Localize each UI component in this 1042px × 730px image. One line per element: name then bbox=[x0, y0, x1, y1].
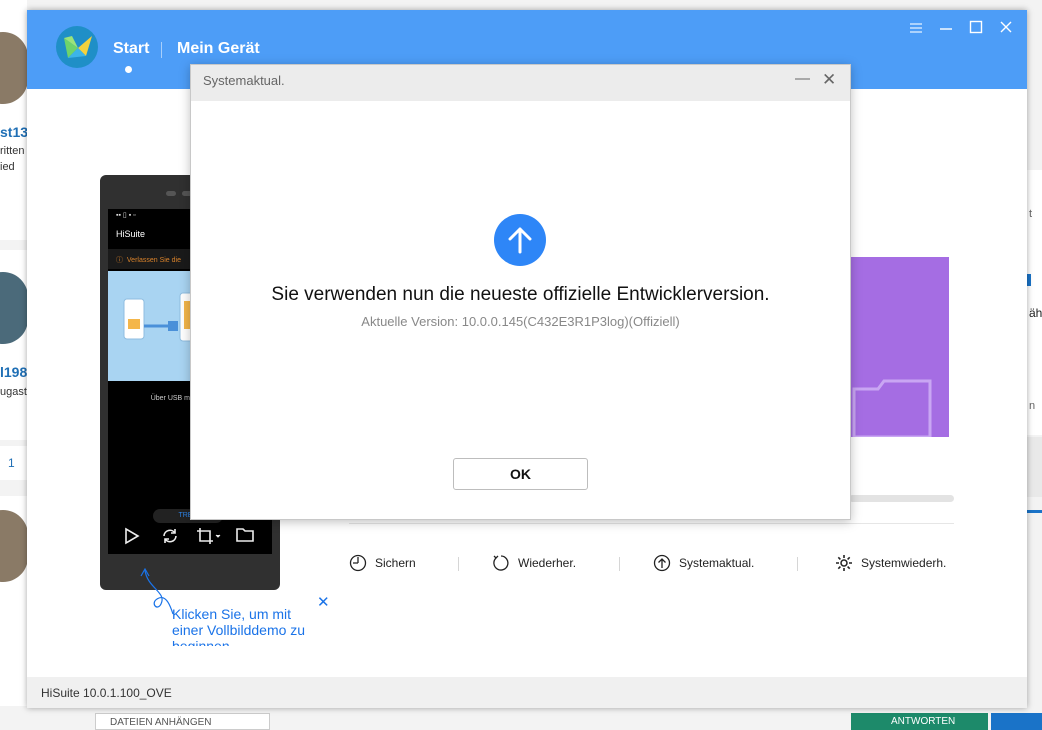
phone-warning-text: Verlassen Sie die bbox=[126, 257, 181, 264]
ok-button[interactable]: OK bbox=[453, 458, 588, 490]
forum-post bbox=[0, 496, 27, 706]
fragment-text: t bbox=[1029, 208, 1033, 220]
status-bar: HiSuite 10.0.1.100_OVE bbox=[27, 677, 1027, 708]
folder-illustration-icon bbox=[852, 379, 932, 437]
divider bbox=[619, 557, 620, 571]
backup-label: Sichern bbox=[375, 556, 416, 570]
close-icon[interactable] bbox=[997, 20, 1015, 38]
minimize-icon[interactable]: — bbox=[795, 70, 810, 87]
backup-button[interactable]: Sichern bbox=[349, 554, 416, 574]
forum-user-status: ied bbox=[0, 161, 15, 173]
forum-user-rank: ritten bbox=[0, 145, 25, 157]
divider bbox=[349, 523, 954, 524]
secondary-blue-button[interactable] bbox=[991, 713, 1042, 730]
attach-files-button[interactable]: DATEIEN ANHÄNGEN bbox=[95, 713, 270, 730]
dialog-header: Systemaktual. — ✕ bbox=[191, 65, 850, 101]
forum-post: st13 ritten ied bbox=[0, 0, 27, 240]
fragment-text: äh bbox=[1029, 306, 1042, 320]
accent-bar bbox=[1027, 274, 1031, 286]
active-tab-indicator bbox=[125, 66, 132, 73]
dialog-title: Systemaktual. bbox=[203, 73, 285, 88]
avatar bbox=[0, 32, 27, 104]
fragment-text: n bbox=[1029, 400, 1036, 412]
crop-icon[interactable] bbox=[195, 527, 223, 547]
folder-icon[interactable] bbox=[235, 527, 255, 547]
nav-divider bbox=[161, 42, 162, 58]
phone-status-bar: ▪▪ ▯ ▪ ▫ bbox=[116, 212, 136, 219]
page-number[interactable]: 1 bbox=[8, 456, 15, 470]
divider bbox=[458, 557, 459, 571]
forum-user-rank: ugast bbox=[0, 386, 27, 398]
forum-username[interactable]: st13 bbox=[0, 124, 27, 140]
avatar bbox=[0, 272, 27, 344]
reply-button[interactable]: ANTWORTEN bbox=[851, 713, 988, 730]
update-icon bbox=[653, 554, 671, 572]
update-arrow-icon bbox=[494, 214, 546, 266]
divider bbox=[797, 557, 798, 571]
nav-my-device-tab[interactable]: Mein Gerät bbox=[177, 40, 260, 58]
fullscreen-demo-hint[interactable]: Klicken Sie, um mit einer Vollbilddemo z… bbox=[172, 606, 322, 646]
dialog-message: Sie verwenden nun die neueste offizielle… bbox=[271, 284, 770, 305]
backup-icon bbox=[349, 554, 367, 572]
restore-label: Wiederher. bbox=[518, 556, 577, 570]
system-recovery-label: Systemwiederh. bbox=[861, 556, 947, 570]
current-version-text: Aktuelle Version: 10.0.0.145(C432E3R1P3l… bbox=[361, 314, 680, 329]
minimize-icon[interactable] bbox=[937, 20, 955, 38]
close-icon[interactable]: ✕ bbox=[822, 70, 836, 90]
phone-app-name: HiSuite bbox=[116, 229, 146, 239]
app-version-text: HiSuite 10.0.1.100_OVE bbox=[41, 686, 172, 700]
forum-username[interactable]: l198 bbox=[0, 364, 27, 380]
play-icon[interactable] bbox=[122, 527, 142, 547]
forum-sidebar-fragment: t äh n bbox=[1027, 170, 1042, 435]
menu-icon[interactable] bbox=[907, 20, 925, 38]
close-icon[interactable]: ✕ bbox=[317, 593, 330, 611]
hisuite-logo bbox=[56, 26, 98, 68]
system-recovery-button[interactable]: Systemwiederh. bbox=[835, 554, 946, 574]
pagination: 1 bbox=[0, 446, 27, 480]
forum-sidebar-fragment bbox=[1027, 437, 1042, 497]
restore-button[interactable]: Wiederher. bbox=[492, 554, 576, 574]
system-recovery-icon bbox=[836, 555, 852, 571]
forum-post: l198 ugast bbox=[0, 250, 27, 440]
restore-icon bbox=[493, 555, 509, 571]
storage-progress-bar bbox=[849, 495, 954, 502]
nav-start-tab[interactable]: Start bbox=[113, 40, 149, 58]
rotate-icon[interactable] bbox=[160, 527, 180, 547]
system-update-dialog: Systemaktual. — ✕ Sie verwenden nun die … bbox=[190, 64, 851, 520]
avatar bbox=[0, 510, 27, 582]
system-update-label: Systemaktual. bbox=[679, 556, 755, 570]
system-update-button[interactable]: Systemaktual. bbox=[653, 554, 754, 574]
accent-line bbox=[1027, 510, 1042, 513]
maximize-icon[interactable] bbox=[967, 20, 985, 38]
